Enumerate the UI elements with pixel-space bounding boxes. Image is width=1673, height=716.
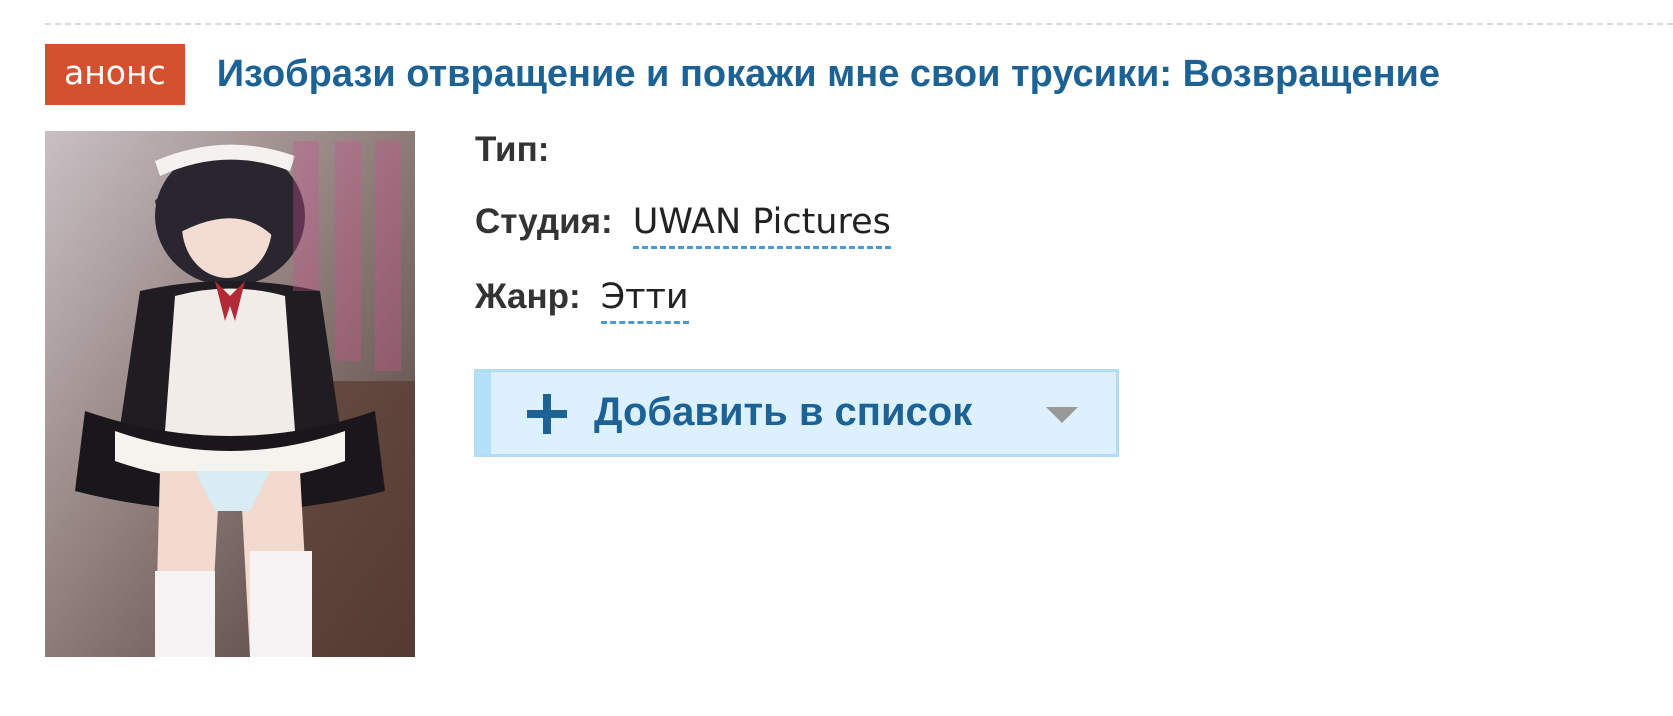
caret-down-icon[interactable] — [1046, 407, 1078, 423]
genre-label: Жанр: — [475, 277, 581, 316]
genre-row: Жанр: Этти — [475, 277, 689, 324]
poster-illustration — [45, 131, 415, 657]
studio-label: Студия: — [475, 202, 613, 241]
add-to-list-label: Добавить в список — [594, 390, 973, 434]
genre-link[interactable]: Этти — [600, 277, 689, 324]
add-to-list-button[interactable]: Добавить в список — [474, 369, 1119, 457]
anime-title-link[interactable]: Изобрази отвращение и покажи мне свои тр… — [217, 53, 1440, 96]
poster-image[interactable] — [45, 131, 415, 657]
button-accent-bar — [477, 372, 491, 454]
anime-card: анонс Изобрази отвращение и покажи мне с… — [0, 0, 1673, 716]
studio-row: Студия: UWAN Pictures — [475, 202, 891, 249]
type-label: Тип: — [475, 130, 550, 169]
dashed-divider — [45, 23, 1673, 25]
plus-icon — [527, 394, 567, 434]
card-header: анонс Изобрази отвращение и покажи мне с… — [45, 44, 1673, 105]
type-row: Тип: — [475, 130, 549, 170]
status-badge: анонс — [45, 44, 185, 105]
studio-link[interactable]: UWAN Pictures — [632, 202, 891, 249]
